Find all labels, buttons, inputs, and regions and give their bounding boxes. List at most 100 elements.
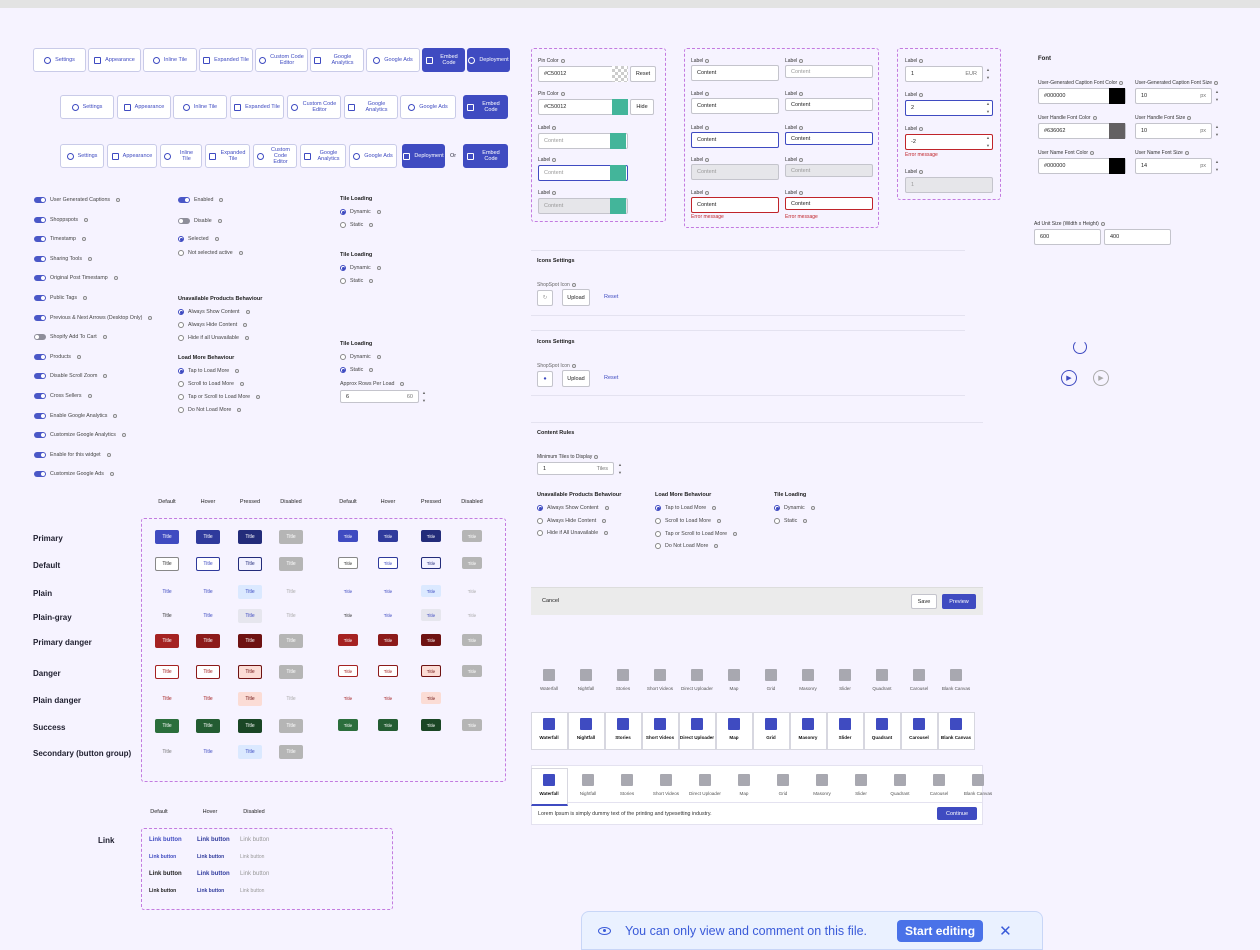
reset-link-1[interactable]: Reset xyxy=(604,294,618,300)
matrix-button-secondary-button-group[interactable]: Title xyxy=(238,745,262,759)
tab-custom-code-editor[interactable]: Custom Code Editor xyxy=(255,48,308,72)
loadmore-tap-or-scroll-to-load-more[interactable]: Tap or Scroll to Load More xyxy=(178,394,261,400)
cr-loadmore-tap-to-load-more[interactable]: Tap to Load More xyxy=(655,505,717,511)
template-stories[interactable]: Stories xyxy=(605,669,641,691)
link-button[interactable]: Link button xyxy=(149,871,182,877)
tab-appearance[interactable]: Appearance xyxy=(88,48,141,72)
cancel-button[interactable]: Cancel xyxy=(542,598,559,604)
tab-deployment[interactable]: Deployment xyxy=(467,48,510,72)
tab-custom-code-editor[interactable]: Custom Code Editor xyxy=(287,95,341,119)
matrix-button-plain-gray[interactable]: Title xyxy=(338,609,358,621)
tab-settings[interactable]: Settings xyxy=(33,48,86,72)
matrix-button-plain-danger[interactable]: Title xyxy=(421,692,441,704)
matrix-button-primary-danger[interactable]: Title xyxy=(155,634,179,648)
matrix-button-plain-danger[interactable]: Title xyxy=(378,692,398,704)
matrix-button-danger[interactable]: Title xyxy=(196,665,220,679)
caption-size-stepper[interactable]: ▲ ▼ xyxy=(1214,89,1220,103)
matrix-button-primary[interactable]: Title xyxy=(155,530,179,544)
reset-link-2[interactable]: Reset xyxy=(604,375,618,381)
link-button-hover[interactable]: Link button xyxy=(197,888,224,894)
matrix-button-danger[interactable]: Title xyxy=(378,665,398,677)
toggle-user-generated-captions[interactable]: User Generated Captions xyxy=(34,197,121,203)
matrix-button-plain-danger[interactable]: Title xyxy=(338,692,358,704)
toggle-switch[interactable] xyxy=(34,334,46,341)
template-map[interactable]: Map xyxy=(716,718,752,740)
template-map[interactable]: Map xyxy=(726,774,762,796)
matrix-button-primary[interactable]: Title xyxy=(338,530,358,542)
template-nightfall[interactable]: Nightfall xyxy=(570,774,606,796)
preview-button[interactable]: Preview xyxy=(942,594,976,609)
teal-swatch-3[interactable] xyxy=(610,133,626,149)
radio[interactable] xyxy=(655,517,661,524)
matrix-button-plain-danger[interactable]: Title xyxy=(196,692,220,706)
tab-google-ads[interactable]: Google Ads xyxy=(349,144,397,168)
matrix-button-success[interactable]: Title xyxy=(238,719,262,733)
template-blank-canvas[interactable]: Blank Canvas xyxy=(938,669,974,691)
template-waterfall[interactable]: Waterfall xyxy=(531,718,567,740)
toggle-previous-next-arrows-desktop-only[interactable]: Previous & Next Arrows (Desktop Only) xyxy=(34,314,153,321)
upload-button-2[interactable]: Upload xyxy=(562,370,590,387)
handle-color-swatch[interactable] xyxy=(1109,123,1125,139)
toggle-switch[interactable] xyxy=(34,412,46,419)
template-grid[interactable]: Grid xyxy=(753,718,789,740)
tab-settings[interactable]: Settings xyxy=(60,144,104,168)
toggle-switch[interactable] xyxy=(34,236,46,243)
tile-dynamic-2[interactable]: Dynamic xyxy=(340,265,381,271)
tab-expanded-tile[interactable]: Expanded Tile xyxy=(199,48,253,72)
cr-loadmore-scroll-to-load-more[interactable]: Scroll to Load More xyxy=(655,517,721,524)
tab-embed-code[interactable]: Embed Code xyxy=(463,144,508,168)
matrix-button-danger[interactable]: Title xyxy=(238,665,262,679)
save-button[interactable]: Save xyxy=(911,594,937,609)
tile-static-3[interactable]: Static xyxy=(340,367,374,373)
template-blank-canvas[interactable]: Blank Canvas xyxy=(960,774,996,796)
matrix-button-primary-danger[interactable]: Title xyxy=(378,634,398,646)
radio[interactable] xyxy=(537,517,543,524)
field-input[interactable]: Content xyxy=(785,98,873,111)
enabled-toggle[interactable]: Enabled xyxy=(178,197,224,203)
toggle-public-tags[interactable]: Public Tags xyxy=(34,295,87,301)
matrix-button-secondary-button-group[interactable]: Title xyxy=(196,745,220,759)
loadmore-tap-to-load-more[interactable]: Tap to Load More xyxy=(178,368,240,374)
matrix-button-danger[interactable]: Title xyxy=(421,665,441,677)
toggle-enable-google-analytics[interactable]: Enable Google Analytics xyxy=(34,412,118,419)
toggle-switch[interactable] xyxy=(34,216,46,223)
radio[interactable] xyxy=(178,407,184,413)
matrix-button-danger[interactable]: Title xyxy=(338,665,358,677)
matrix-button-danger[interactable]: Title xyxy=(155,665,179,679)
caption-size-input[interactable]: 10 px xyxy=(1135,88,1212,104)
template-short-videos[interactable]: Short Videos xyxy=(642,718,678,740)
min-tiles-input[interactable]: 1 Tiles xyxy=(537,462,614,475)
toggle-switch[interactable] xyxy=(34,432,46,439)
tab-embed-code[interactable]: Embed Code xyxy=(422,48,465,72)
matrix-button-plain[interactable]: Title xyxy=(155,585,179,599)
matrix-button-plain[interactable]: Title xyxy=(238,585,262,599)
hide-button[interactable]: Hide xyxy=(630,99,654,115)
field-input[interactable]: Content xyxy=(785,197,873,210)
template-grid[interactable]: Grid xyxy=(753,669,789,691)
matrix-button-plain-gray[interactable]: Title xyxy=(155,609,179,623)
teal-swatch[interactable] xyxy=(612,99,628,115)
matrix-button-plain[interactable]: Title xyxy=(196,585,220,599)
tab-google-analytics[interactable]: Google Analytics xyxy=(344,95,398,119)
selected-radio[interactable]: Selected xyxy=(178,236,219,242)
stepper-2[interactable]: ▲ ▼ xyxy=(985,101,991,115)
template-short-videos[interactable]: Short Videos xyxy=(642,669,678,691)
template-masonry[interactable]: Masonry xyxy=(790,718,826,740)
link-button-hover[interactable]: Link button xyxy=(197,837,230,843)
tile-dynamic-1[interactable]: Dynamic xyxy=(340,209,381,215)
stepper-3[interactable]: ▲ ▼ xyxy=(985,135,991,149)
template-slider[interactable]: Slider xyxy=(827,718,863,740)
link-button-hover[interactable]: Link button xyxy=(197,871,230,877)
toggle-switch[interactable] xyxy=(34,314,46,321)
matrix-button-default[interactable]: Title xyxy=(238,557,262,571)
matrix-button-primary[interactable]: Title xyxy=(421,530,441,542)
template-blank-canvas[interactable]: Blank Canvas xyxy=(938,718,974,740)
toggle-enable-for-this-widget[interactable]: Enable for this widget xyxy=(34,451,111,458)
min-tiles-stepper[interactable]: ▲ ▼ xyxy=(617,462,623,476)
tab-inline-tile[interactable]: Inline Tile xyxy=(173,95,227,119)
link-button[interactable]: Link button xyxy=(149,888,176,894)
toggle-customize-google-ads[interactable]: Customize Google Ads xyxy=(34,471,114,478)
template-nightfall[interactable]: Nightfall xyxy=(568,669,604,691)
name-color-swatch[interactable] xyxy=(1109,158,1125,174)
loadmore-do-not-load-more[interactable]: Do Not Load More xyxy=(178,407,242,413)
